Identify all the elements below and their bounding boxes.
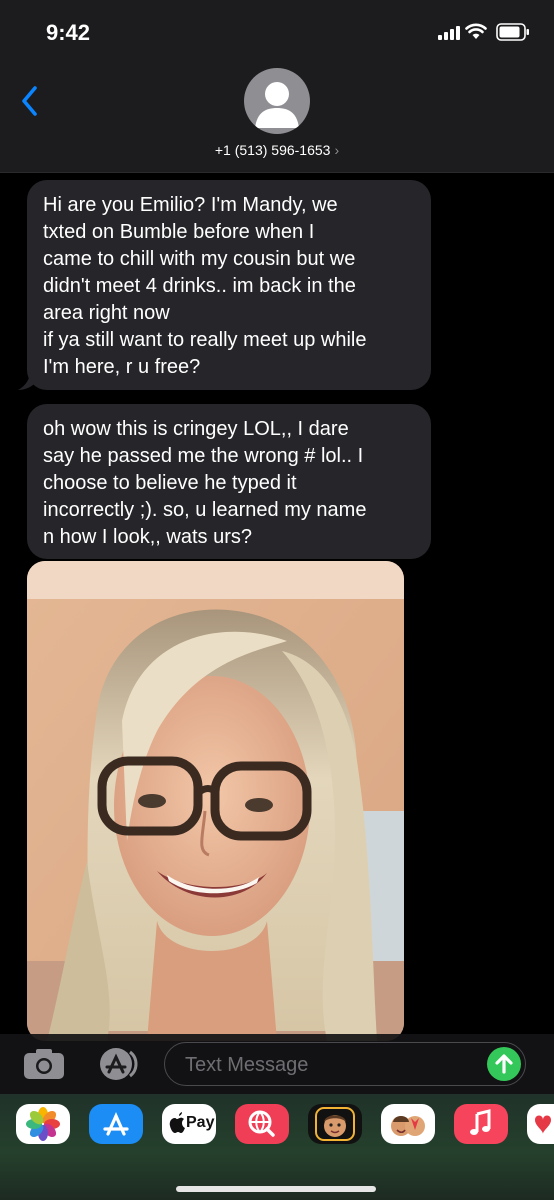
contact-number: +1 (513) 596-1653 bbox=[214, 142, 331, 158]
app-store-app-icon[interactable] bbox=[89, 1104, 143, 1144]
contact-avatar[interactable] bbox=[244, 68, 310, 134]
message-line: I'm here, r u free? bbox=[43, 356, 201, 378]
apple-pay-label: Pay bbox=[186, 1114, 215, 1131]
globe-search-icon bbox=[248, 1110, 275, 1137]
cellular-signal-icon bbox=[438, 26, 460, 40]
message-input-container bbox=[164, 1042, 526, 1086]
message-bubble-incoming[interactable]: oh wow this is cringey LOL,, I dare say … bbox=[27, 404, 431, 559]
message-line: area right now bbox=[43, 302, 170, 324]
message-input[interactable] bbox=[183, 1051, 477, 1079]
music-note-icon bbox=[470, 1109, 491, 1135]
status-time: 9:42 bbox=[46, 20, 91, 45]
app-store-icon[interactable] bbox=[94, 1046, 142, 1082]
camera-icon[interactable] bbox=[22, 1047, 66, 1081]
conversation-header: +1 (513) 596-1653 › bbox=[0, 60, 554, 173]
memoji-face-icon bbox=[315, 1107, 355, 1141]
message-bubble-incoming[interactable]: Hi are you Emilio? I'm Mandy, we txted o… bbox=[27, 180, 431, 390]
message-line: say he passed me the wrong # lol.. I bbox=[43, 445, 364, 467]
heart-hands-icon bbox=[535, 1115, 551, 1134]
bubble-tail bbox=[18, 372, 36, 390]
music-app-icon[interactable] bbox=[454, 1104, 508, 1144]
chevron-left-icon[interactable] bbox=[18, 84, 40, 118]
message-line: n how I look,, wats urs? bbox=[43, 526, 252, 548]
message-line: oh wow this is cringey LOL,, I dare bbox=[43, 418, 349, 440]
heart-app-icon[interactable] bbox=[527, 1104, 554, 1144]
selfie-photo bbox=[27, 561, 404, 1041]
message-line: didn't meet 4 drinks.. im back in the bbox=[43, 275, 356, 297]
message-line: incorrectly ;). so, u learned my name bbox=[43, 499, 367, 521]
photo-message[interactable] bbox=[27, 561, 404, 1041]
home-indicator[interactable] bbox=[176, 1186, 376, 1192]
send-arrow-up-icon bbox=[495, 1054, 513, 1074]
contact-chevron: › bbox=[334, 142, 340, 158]
apple-pay-app-icon[interactable]: Pay bbox=[162, 1104, 216, 1144]
photos-app-icon[interactable] bbox=[16, 1104, 70, 1144]
person-silhouette-icon bbox=[255, 82, 299, 128]
imessage-app-drawer: Pay bbox=[0, 1094, 554, 1200]
message-line: choose to believe he typed it bbox=[43, 472, 297, 494]
send-button[interactable] bbox=[487, 1047, 521, 1081]
battery-icon bbox=[496, 23, 529, 41]
message-line: txted on Bumble before when I bbox=[43, 221, 315, 243]
message-line: came to chill with my cousin but we bbox=[43, 248, 356, 270]
message-line: Hi are you Emilio? I'm Mandy, we bbox=[43, 194, 338, 216]
status-bar: 9:42 bbox=[0, 0, 554, 60]
contact-name[interactable]: +1 (513) 596-1653 › bbox=[0, 142, 554, 158]
memoji-app-icon[interactable] bbox=[308, 1104, 362, 1144]
app-store-glyph-icon bbox=[103, 1112, 129, 1136]
wifi-icon bbox=[465, 23, 487, 39]
memoji-stickers-app-icon[interactable] bbox=[381, 1104, 435, 1144]
images-search-app-icon[interactable] bbox=[235, 1104, 289, 1144]
message-line: if ya still want to really meet up while bbox=[43, 329, 367, 351]
memoji-stickers-icon bbox=[391, 1116, 425, 1136]
message-composer bbox=[0, 1034, 554, 1094]
photos-flower-icon bbox=[26, 1107, 60, 1141]
